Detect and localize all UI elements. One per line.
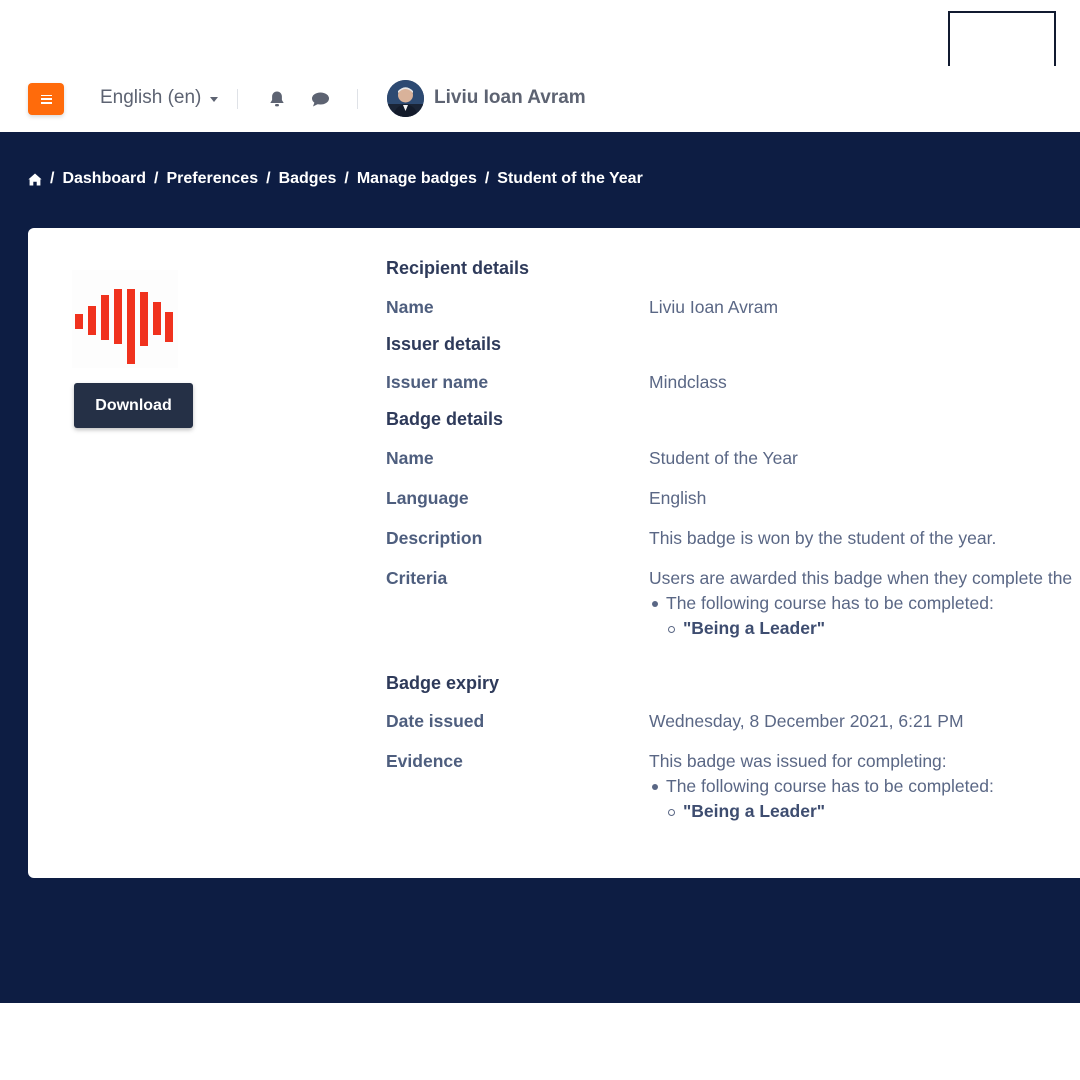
- evidence-course-link[interactable]: "Being a Leader": [683, 801, 825, 822]
- criteria-list-item: The following course has to be completed…: [666, 593, 994, 613]
- recipient-name-label: Name: [386, 297, 434, 317]
- hamburger-icon: [40, 94, 52, 104]
- badge-name-label: Name: [386, 448, 434, 468]
- navbar-divider: [237, 89, 238, 109]
- breadcrumb-manage-badges[interactable]: Manage badges: [357, 170, 477, 188]
- sub-bullet-icon: [668, 626, 675, 633]
- criteria-course-link[interactable]: "Being a Leader": [683, 618, 825, 639]
- language-value: English: [649, 488, 707, 508]
- breadcrumb-separator: /: [154, 170, 159, 187]
- badge-name-value: Student of the Year: [649, 448, 798, 468]
- badge-expiry-heading: Badge expiry: [386, 673, 500, 693]
- criteria-intro: Users are awarded this badge when they c…: [649, 568, 1073, 588]
- description-label: Description: [386, 528, 483, 548]
- soundwave-badge-icon: [72, 270, 178, 368]
- sub-bullet-icon: [668, 809, 675, 816]
- home-icon[interactable]: [28, 173, 42, 186]
- user-name[interactable]: Liviu Ioan Avram: [434, 87, 586, 109]
- bullet-icon: [652, 601, 658, 607]
- chat-bubble-icon[interactable]: [311, 91, 330, 113]
- breadcrumb-separator: /: [266, 170, 271, 187]
- issuer-name-value: Mindclass: [649, 372, 727, 392]
- bell-icon[interactable]: [268, 90, 286, 113]
- breadcrumb-separator: /: [344, 170, 349, 187]
- criteria-label: Criteria: [386, 568, 448, 588]
- date-issued-label: Date issued: [386, 711, 485, 731]
- badge-details-heading: Badge details: [386, 409, 504, 429]
- evidence-label: Evidence: [386, 751, 463, 771]
- breadcrumb-preferences[interactable]: Preferences: [166, 170, 258, 188]
- language-label: Language: [386, 488, 469, 508]
- language-menu[interactable]: English (en): [100, 87, 219, 109]
- issuer-details-heading: Issuer details: [386, 334, 502, 354]
- top-navbar: English (en) Liviu Ioan Avram: [0, 66, 1080, 132]
- date-issued-value: Wednesday, 8 December 2021, 6:21 PM: [649, 711, 964, 731]
- evidence-list-item: The following course has to be completed…: [666, 776, 994, 796]
- description-value: This badge is won by the student of the …: [649, 528, 997, 548]
- page-header: / Dashboard / Preferences / Badges / Man…: [0, 132, 1080, 1003]
- breadcrumb-separator: /: [50, 170, 55, 187]
- breadcrumb-separator: /: [484, 170, 490, 187]
- breadcrumb-dashboard[interactable]: Dashboard: [62, 170, 146, 188]
- issuer-name-label: Issuer name: [386, 372, 489, 392]
- avatar[interactable]: [387, 80, 424, 117]
- bullet-icon: [652, 784, 658, 790]
- language-label: English (en): [100, 87, 202, 108]
- caret-down-icon: [210, 96, 219, 102]
- download-button[interactable]: Download: [74, 383, 193, 428]
- breadcrumb-badges[interactable]: Badges: [279, 170, 337, 188]
- menu-toggle-button[interactable]: [28, 83, 64, 115]
- badge-card: Download Recipient details Name Liviu Io…: [28, 228, 1080, 878]
- breadcrumb: / Dashboard / Preferences / Badges / Man…: [28, 170, 643, 188]
- navbar-divider: [357, 89, 358, 109]
- breadcrumb-current-badge[interactable]: Student of the Year: [497, 170, 643, 188]
- recipient-details-heading: Recipient details: [386, 258, 530, 278]
- recipient-name-value: Liviu Ioan Avram: [649, 297, 779, 317]
- evidence-intro: This badge was issued for completing:: [649, 751, 947, 771]
